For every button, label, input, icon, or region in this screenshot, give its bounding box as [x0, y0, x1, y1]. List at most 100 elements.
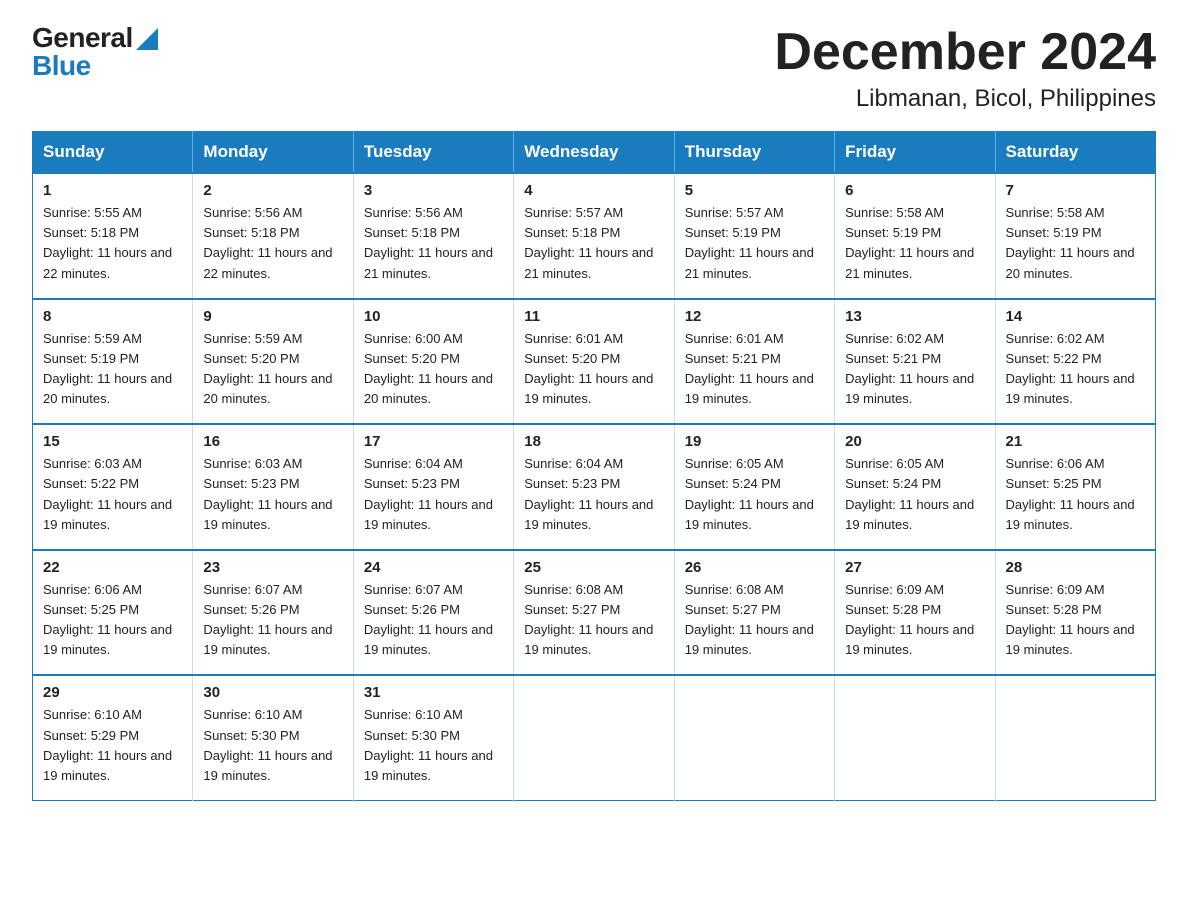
calendar-week-2: 8 Sunrise: 5:59 AMSunset: 5:19 PMDaylight…: [33, 299, 1156, 425]
day-info: Sunrise: 6:08 AMSunset: 5:27 PMDaylight:…: [524, 580, 663, 661]
day-info: Sunrise: 6:04 AMSunset: 5:23 PMDaylight:…: [364, 454, 503, 535]
day-info: Sunrise: 6:01 AMSunset: 5:20 PMDaylight:…: [524, 329, 663, 410]
day-number: 20: [845, 433, 984, 450]
day-number: 14: [1006, 308, 1145, 325]
calendar-cell: [835, 675, 995, 800]
day-info: Sunrise: 6:05 AMSunset: 5:24 PMDaylight:…: [685, 454, 824, 535]
calendar-cell: 5 Sunrise: 5:57 AMSunset: 5:19 PMDaylight…: [674, 173, 834, 299]
calendar-cell: 27 Sunrise: 6:09 AMSunset: 5:28 PMDayligh…: [835, 550, 995, 676]
calendar-cell: 28 Sunrise: 6:09 AMSunset: 5:28 PMDayligh…: [995, 550, 1155, 676]
day-number: 30: [203, 684, 342, 701]
calendar-cell: 13Sunrise: 6:02 AMSunset: 5:21 PMDayligh…: [835, 299, 995, 425]
calendar-cell: 19 Sunrise: 6:05 AMSunset: 5:24 PMDayligh…: [674, 424, 834, 550]
calendar-cell: 7 Sunrise: 5:58 AMSunset: 5:19 PMDaylight…: [995, 173, 1155, 299]
calendar-cell: 11 Sunrise: 6:01 AMSunset: 5:20 PMDayligh…: [514, 299, 674, 425]
calendar-cell: 3 Sunrise: 5:56 AMSunset: 5:18 PMDaylight…: [353, 173, 513, 299]
day-info: Sunrise: 5:58 AMSunset: 5:19 PMDaylight:…: [845, 203, 984, 284]
calendar-cell: 26 Sunrise: 6:08 AMSunset: 5:27 PMDayligh…: [674, 550, 834, 676]
calendar-header-row: SundayMondayTuesdayWednesdayThursdayFrid…: [33, 132, 1156, 174]
calendar-cell: 14 Sunrise: 6:02 AMSunset: 5:22 PMDayligh…: [995, 299, 1155, 425]
day-info: Sunrise: 6:09 AMSunset: 5:28 PMDaylight:…: [1006, 580, 1145, 661]
weekday-header-sunday: Sunday: [33, 132, 193, 174]
day-number: 21: [1006, 433, 1145, 450]
day-info: Sunrise: 6:10 AMSunset: 5:30 PMDaylight:…: [364, 705, 503, 786]
day-number: 5: [685, 182, 824, 199]
day-number: 16: [203, 433, 342, 450]
day-number: 11: [524, 308, 663, 325]
day-info: Sunrise: 6:05 AMSunset: 5:24 PMDaylight:…: [845, 454, 984, 535]
calendar-cell: [995, 675, 1155, 800]
title-block: December 2024 Libmanan, Bicol, Philippin…: [774, 24, 1156, 113]
day-info: Sunrise: 6:10 AMSunset: 5:30 PMDaylight:…: [203, 705, 342, 786]
day-info: Sunrise: 5:55 AMSunset: 5:18 PMDaylight:…: [43, 203, 182, 284]
calendar-week-4: 22Sunrise: 6:06 AMSunset: 5:25 PMDayligh…: [33, 550, 1156, 676]
day-number: 15: [43, 433, 182, 450]
day-info: Sunrise: 6:03 AMSunset: 5:23 PMDaylight:…: [203, 454, 342, 535]
day-number: 3: [364, 182, 503, 199]
day-info: Sunrise: 5:56 AMSunset: 5:18 PMDaylight:…: [364, 203, 503, 284]
day-info: Sunrise: 5:56 AMSunset: 5:18 PMDaylight:…: [203, 203, 342, 284]
logo-blue: Blue: [32, 52, 91, 80]
weekday-header-tuesday: Tuesday: [353, 132, 513, 174]
weekday-header-monday: Monday: [193, 132, 353, 174]
day-info: Sunrise: 6:02 AMSunset: 5:21 PMDaylight:…: [845, 329, 984, 410]
day-number: 25: [524, 559, 663, 576]
calendar-cell: 6 Sunrise: 5:58 AMSunset: 5:19 PMDaylight…: [835, 173, 995, 299]
day-number: 17: [364, 433, 503, 450]
day-number: 19: [685, 433, 824, 450]
calendar-week-3: 15 Sunrise: 6:03 AMSunset: 5:22 PMDayligh…: [33, 424, 1156, 550]
day-number: 7: [1006, 182, 1145, 199]
day-number: 28: [1006, 559, 1145, 576]
calendar-cell: 20 Sunrise: 6:05 AMSunset: 5:24 PMDayligh…: [835, 424, 995, 550]
day-number: 12: [685, 308, 824, 325]
calendar-cell: 17 Sunrise: 6:04 AMSunset: 5:23 PMDayligh…: [353, 424, 513, 550]
day-info: Sunrise: 6:04 AMSunset: 5:23 PMDaylight:…: [524, 454, 663, 535]
calendar-cell: 10Sunrise: 6:00 AMSunset: 5:20 PMDayligh…: [353, 299, 513, 425]
calendar-cell: 30 Sunrise: 6:10 AMSunset: 5:30 PMDayligh…: [193, 675, 353, 800]
day-number: 6: [845, 182, 984, 199]
day-info: Sunrise: 5:57 AMSunset: 5:19 PMDaylight:…: [685, 203, 824, 284]
calendar-cell: 4 Sunrise: 5:57 AMSunset: 5:18 PMDaylight…: [514, 173, 674, 299]
weekday-header-friday: Friday: [835, 132, 995, 174]
day-info: Sunrise: 5:58 AMSunset: 5:19 PMDaylight:…: [1006, 203, 1145, 284]
logo: General Blue: [32, 24, 158, 80]
day-info: Sunrise: 6:08 AMSunset: 5:27 PMDaylight:…: [685, 580, 824, 661]
day-info: Sunrise: 5:57 AMSunset: 5:18 PMDaylight:…: [524, 203, 663, 284]
day-number: 8: [43, 308, 182, 325]
day-number: 27: [845, 559, 984, 576]
day-info: Sunrise: 5:59 AMSunset: 5:19 PMDaylight:…: [43, 329, 182, 410]
calendar-cell: [514, 675, 674, 800]
calendar-cell: 1 Sunrise: 5:55 AMSunset: 5:18 PMDaylight…: [33, 173, 193, 299]
day-info: Sunrise: 6:06 AMSunset: 5:25 PMDaylight:…: [43, 580, 182, 661]
calendar-cell: 15 Sunrise: 6:03 AMSunset: 5:22 PMDayligh…: [33, 424, 193, 550]
day-info: Sunrise: 6:06 AMSunset: 5:25 PMDaylight:…: [1006, 454, 1145, 535]
calendar-week-5: 29 Sunrise: 6:10 AMSunset: 5:29 PMDayligh…: [33, 675, 1156, 800]
calendar-week-1: 1 Sunrise: 5:55 AMSunset: 5:18 PMDaylight…: [33, 173, 1156, 299]
calendar-cell: [674, 675, 834, 800]
calendar-cell: 29 Sunrise: 6:10 AMSunset: 5:29 PMDayligh…: [33, 675, 193, 800]
day-info: Sunrise: 6:02 AMSunset: 5:22 PMDaylight:…: [1006, 329, 1145, 410]
calendar-cell: 18Sunrise: 6:04 AMSunset: 5:23 PMDayligh…: [514, 424, 674, 550]
page-header: General Blue December 2024 Libmanan, Bic…: [32, 24, 1156, 113]
day-info: Sunrise: 6:00 AMSunset: 5:20 PMDaylight:…: [364, 329, 503, 410]
day-info: Sunrise: 5:59 AMSunset: 5:20 PMDaylight:…: [203, 329, 342, 410]
day-number: 2: [203, 182, 342, 199]
calendar-cell: 9Sunrise: 5:59 AMSunset: 5:20 PMDaylight…: [193, 299, 353, 425]
calendar-cell: 12 Sunrise: 6:01 AMSunset: 5:21 PMDayligh…: [674, 299, 834, 425]
day-number: 26: [685, 559, 824, 576]
weekday-header-thursday: Thursday: [674, 132, 834, 174]
day-info: Sunrise: 6:10 AMSunset: 5:29 PMDaylight:…: [43, 705, 182, 786]
day-info: Sunrise: 6:07 AMSunset: 5:26 PMDaylight:…: [203, 580, 342, 661]
page-title: December 2024: [774, 24, 1156, 81]
day-info: Sunrise: 6:03 AMSunset: 5:22 PMDaylight:…: [43, 454, 182, 535]
logo-triangle-icon: [136, 28, 158, 50]
day-info: Sunrise: 6:09 AMSunset: 5:28 PMDaylight:…: [845, 580, 984, 661]
day-info: Sunrise: 6:01 AMSunset: 5:21 PMDaylight:…: [685, 329, 824, 410]
calendar-cell: 22Sunrise: 6:06 AMSunset: 5:25 PMDayligh…: [33, 550, 193, 676]
day-number: 29: [43, 684, 182, 701]
day-number: 4: [524, 182, 663, 199]
logo-general: General: [32, 24, 133, 52]
day-number: 1: [43, 182, 182, 199]
calendar-cell: 21 Sunrise: 6:06 AMSunset: 5:25 PMDayligh…: [995, 424, 1155, 550]
weekday-header-wednesday: Wednesday: [514, 132, 674, 174]
